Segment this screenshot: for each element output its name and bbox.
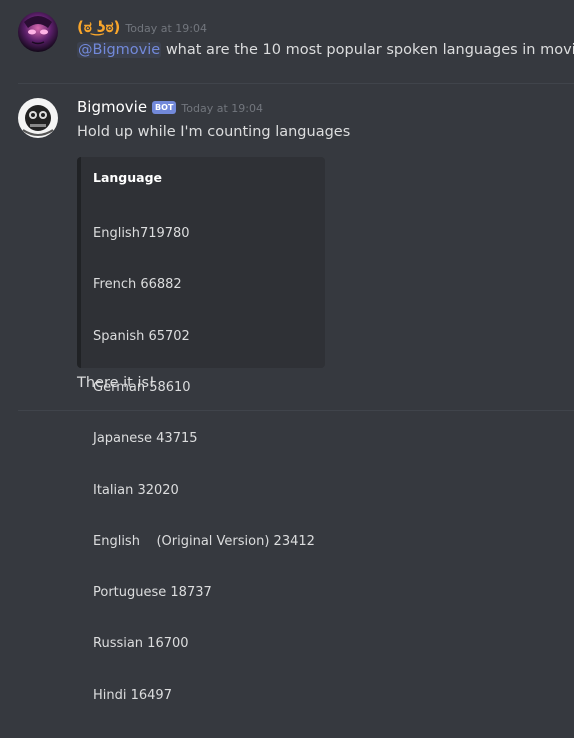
message-content: @Bigmovie what are the 10 most popular s… <box>77 42 574 58</box>
list-item: English719780 <box>93 226 190 242</box>
embed-title: Language <box>93 170 163 185</box>
username[interactable]: (ಠ ͜ʖಠ) <box>77 18 120 36</box>
avatar-image-icon <box>18 98 58 138</box>
list-item: English (Original Version) 23412 <box>93 533 315 549</box>
message-divider <box>18 83 574 84</box>
message-group-user: (ಠ ͜ʖಠ) Today at 19:04 @Bigmovie what ar… <box>0 0 574 80</box>
bot-avatar[interactable] <box>18 98 58 138</box>
bot-badge: BOT <box>152 101 177 114</box>
user-avatar[interactable] <box>18 12 58 52</box>
list-item: Hindi 16497 <box>93 687 172 703</box>
list-item: Spanish 65702 <box>93 328 190 344</box>
list-item: Portuguese 18737 <box>93 585 212 601</box>
timestamp: Today at 19:04 <box>181 102 263 115</box>
username[interactable]: Bigmovie <box>77 98 147 116</box>
list-item: French 66882 <box>93 277 182 293</box>
message-followup-text: There it is! <box>77 375 155 391</box>
message-text: Hold up while I'm counting languages <box>77 124 351 140</box>
message-group-bot: Bigmovie BOT Today at 19:04 Hold up whil… <box>0 88 574 703</box>
message-text: what are the 10 most popular spoken lang… <box>161 42 574 58</box>
user-mention[interactable]: @Bigmovie <box>77 42 162 58</box>
embed: Language English719780 French 66882 Span… <box>77 157 325 703</box>
timestamp: Today at 19:04 <box>125 22 207 35</box>
message-divider <box>18 410 574 411</box>
message-header: Bigmovie BOT Today at 19:04 <box>77 98 263 116</box>
list-item: Russian 16700 <box>93 636 189 652</box>
list-item: Japanese 43715 <box>93 431 198 447</box>
message-header: (ಠ ͜ʖಠ) Today at 19:04 <box>77 18 207 36</box>
avatar-image-icon <box>18 12 58 52</box>
list-item: Italian 32020 <box>93 482 179 498</box>
embed-field-list: English719780 French 66882 Spanish 65702… <box>93 191 315 738</box>
